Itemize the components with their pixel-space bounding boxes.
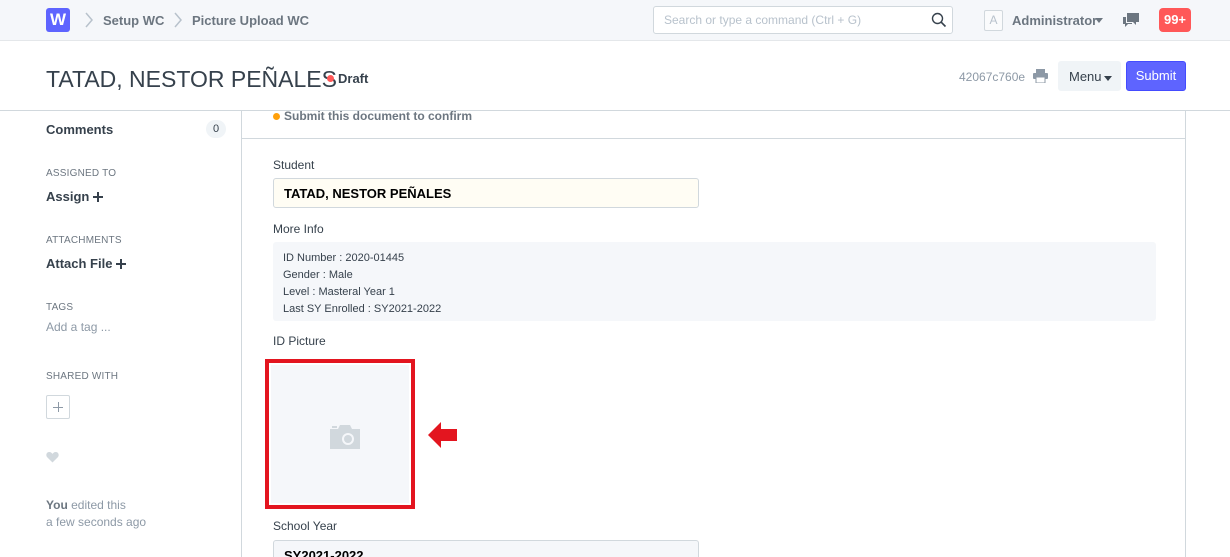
assign-button[interactable]: Assign (46, 189, 104, 204)
menu-button[interactable]: Menu (1058, 61, 1121, 91)
attachments-label: ATTACHMENTS (46, 235, 122, 246)
draft-indicator-icon (327, 75, 334, 82)
breadcrumb-setup-wc[interactable]: Setup WC (103, 13, 164, 28)
search-box (653, 6, 953, 34)
menu-button-label: Menu (1069, 69, 1102, 84)
assigned-to-label: ASSIGNED TO (46, 168, 117, 179)
activity-entry: You edited this a few seconds ago (46, 497, 146, 531)
form-message: Submit this document to confirm (284, 109, 472, 123)
chevron-down-icon (1104, 76, 1112, 81)
comments-link[interactable]: Comments (46, 122, 113, 137)
assign-label: Assign (46, 189, 90, 204)
search-icon[interactable] (931, 12, 947, 28)
user-menu-name[interactable]: Administrator (1012, 13, 1097, 28)
more-info-label: More Info (273, 222, 324, 236)
activity-action: edited this (71, 498, 126, 512)
red-arrow-icon (428, 422, 457, 448)
plus-icon (116, 259, 127, 269)
navbar: W Setup WC Picture Upload WC A Administr… (0, 0, 1230, 41)
chevron-down-icon[interactable] (1095, 18, 1103, 23)
info-line-level: Level : Masteral Year 1 (283, 286, 395, 298)
chevron-right-icon (85, 12, 93, 28)
document-id: 42067c760e (959, 70, 1026, 84)
comments-count-badge: 0 (206, 120, 226, 138)
id-picture-label: ID Picture (273, 334, 326, 348)
page-title: TATAD, NESTOR PEÑALES (46, 66, 337, 92)
student-field[interactable]: TATAD, NESTOR PEÑALES (273, 178, 699, 208)
form-main: Submit this document to confirm Student … (241, 109, 1186, 557)
breadcrumb-picture-upload-wc[interactable]: Picture Upload WC (192, 13, 309, 28)
chat-icon[interactable] (1122, 12, 1140, 29)
id-picture-highlight (265, 359, 415, 509)
submit-button[interactable]: Submit (1126, 61, 1186, 91)
id-picture-upload[interactable] (271, 365, 409, 503)
tags-label: TAGS (46, 302, 74, 313)
heart-icon[interactable] (46, 451, 59, 463)
info-line-id-number: ID Number : 2020-01445 (283, 252, 405, 264)
form-message-bar: Submit this document to confirm (242, 109, 1185, 139)
school-year-field[interactable]: SY2021-2022 (273, 540, 699, 557)
activity-user: You (46, 498, 68, 512)
form-sidebar: Comments 0 ASSIGNED TO Assign ATTACHMENT… (46, 111, 236, 557)
more-info-box: ID Number : 2020-01445 Gender : Male Lev… (273, 242, 1156, 321)
attach-file-label: Attach File (46, 256, 113, 271)
search-input[interactable] (654, 7, 924, 33)
app-logo[interactable]: W (46, 8, 70, 32)
add-tag-link[interactable]: Add a tag ... (46, 320, 111, 334)
attach-file-button[interactable]: Attach File (46, 256, 127, 271)
message-indicator-icon (273, 113, 280, 120)
status-badge: Draft (338, 71, 369, 86)
page-head: TATAD, NESTOR PEÑALES Draft 42067c760e M… (0, 41, 1230, 111)
shared-with-label: SHARED WITH (46, 371, 119, 382)
info-line-gender: Gender : Male (283, 269, 353, 281)
student-label: Student (273, 158, 315, 172)
add-share-button[interactable] (46, 395, 70, 419)
chevron-right-icon (174, 12, 182, 28)
plus-icon (93, 192, 104, 202)
activity-time: a few seconds ago (46, 515, 147, 529)
camera-icon (330, 425, 360, 449)
user-avatar[interactable]: A (984, 10, 1003, 31)
notification-badge[interactable]: 99+ (1159, 8, 1191, 32)
print-icon[interactable] (1033, 69, 1048, 83)
school-year-label: School Year (273, 519, 338, 533)
info-line-last-sy: Last SY Enrolled : SY2021-2022 (283, 303, 442, 315)
